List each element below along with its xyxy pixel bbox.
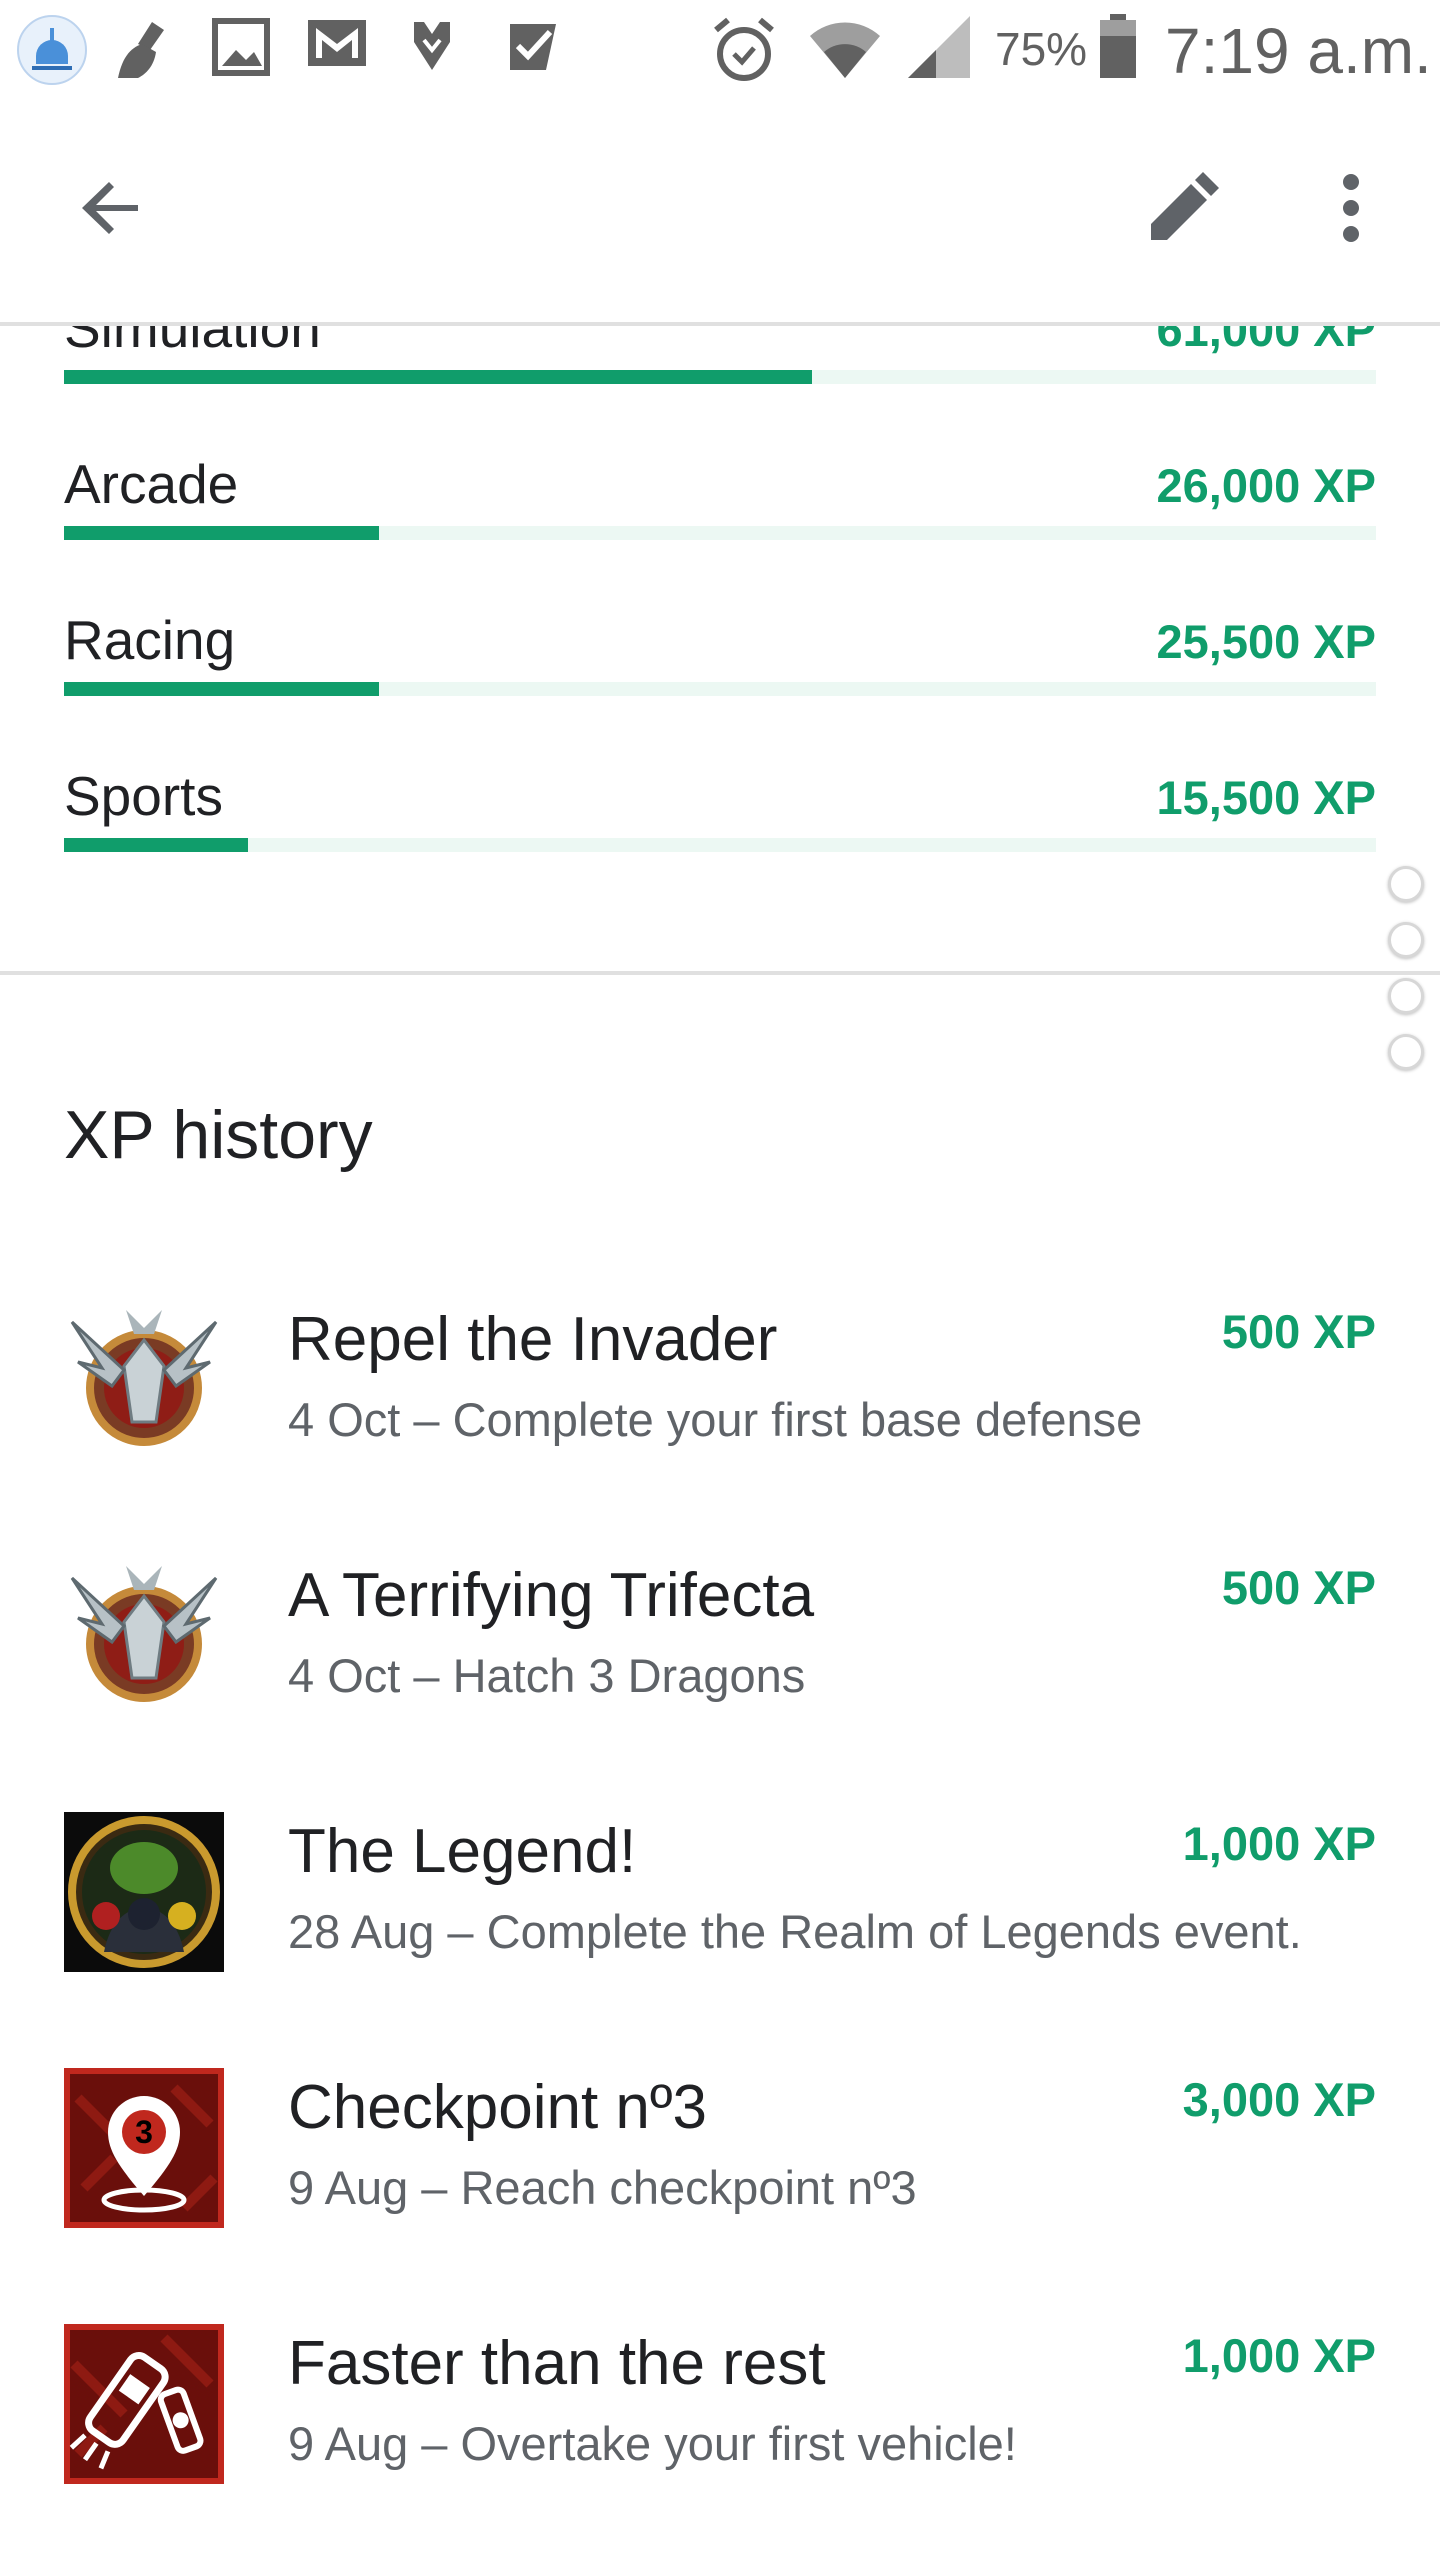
category-xp: 25,500 XP bbox=[1156, 615, 1376, 668]
achievement-title: Faster than the rest bbox=[288, 2329, 826, 2398]
category-progress-fill bbox=[64, 682, 379, 696]
achievement-xp: 1,000 XP bbox=[1182, 1817, 1376, 1870]
edit-button[interactable] bbox=[1123, 148, 1243, 268]
achievement-title: Checkpoint nº3 bbox=[288, 2073, 708, 2142]
achievement-title: The Legend! bbox=[288, 1817, 637, 1886]
xp-history-item[interactable]: The Legend! 28 Aug – Complete the Realm … bbox=[64, 1812, 1376, 2012]
category-xp: 26,000 XP bbox=[1156, 459, 1376, 512]
svg-text:3: 3 bbox=[135, 2114, 153, 2150]
xp-history-item[interactable]: 3 Checkpoint nº3 9 Aug – Reach checkpoin… bbox=[64, 2068, 1376, 2268]
xp-history-heading: XP history bbox=[64, 1097, 373, 1173]
back-button[interactable] bbox=[52, 148, 172, 268]
section-divider bbox=[0, 971, 1440, 975]
achievement-subtitle: 9 Aug – Reach checkpoint nº3 bbox=[288, 2161, 917, 2214]
app-bar bbox=[0, 100, 1440, 326]
category-progress-track bbox=[64, 526, 1376, 540]
category-label: Racing bbox=[64, 609, 236, 671]
pencil-icon bbox=[1151, 172, 1219, 240]
category-progress-fill bbox=[64, 370, 812, 384]
achievement-title: A Terrifying Trifecta bbox=[288, 1561, 815, 1630]
legend-badge-icon bbox=[64, 1812, 224, 1972]
category-label: Arcade bbox=[64, 453, 239, 515]
category-label: Sports bbox=[64, 765, 223, 827]
category-row: Arcade 26,000 XP bbox=[64, 452, 1376, 572]
category-row: Sports 15,500 XP bbox=[64, 764, 1376, 884]
xp-history-item[interactable]: Faster than the rest 9 Aug – Overtake yo… bbox=[64, 2324, 1376, 2524]
achievement-subtitle: 4 Oct – Hatch 3 Dragons bbox=[288, 1649, 806, 1702]
more-options-button[interactable] bbox=[1291, 148, 1411, 268]
achievement-subtitle: 4 Oct – Complete your first base defense bbox=[288, 1393, 1143, 1446]
racing-car-badge-icon bbox=[64, 2324, 224, 2484]
checkpoint-badge-icon: 3 bbox=[64, 2068, 224, 2228]
achievement-xp: 3,000 XP bbox=[1182, 2073, 1376, 2126]
more-vert-icon bbox=[1343, 174, 1359, 242]
dragon-badge-icon bbox=[64, 1556, 224, 1716]
arrow-back-icon bbox=[82, 182, 138, 234]
achievement-subtitle: 28 Aug – Complete the Realm of Legends e… bbox=[288, 1905, 1302, 1958]
scroll-dot[interactable] bbox=[1388, 866, 1424, 902]
xp-history-item[interactable]: A Terrifying Trifecta 4 Oct – Hatch 3 Dr… bbox=[64, 1556, 1376, 1756]
dragon-badge-icon bbox=[64, 1300, 224, 1460]
achievement-title: Repel the Invader bbox=[288, 1305, 778, 1374]
category-progress-fill bbox=[64, 838, 248, 852]
category-progress-track bbox=[64, 370, 1376, 384]
category-progress-track bbox=[64, 838, 1376, 852]
achievement-xp: 500 XP bbox=[1221, 1305, 1376, 1358]
category-xp: 15,500 XP bbox=[1156, 771, 1376, 824]
scroll-dot[interactable] bbox=[1388, 1034, 1424, 1070]
scroll-dot[interactable] bbox=[1388, 978, 1424, 1014]
achievement-xp: 500 XP bbox=[1221, 1561, 1376, 1614]
achievement-subtitle: 9 Aug – Overtake your first vehicle! bbox=[288, 2417, 1017, 2470]
category-progress-track bbox=[64, 682, 1376, 696]
achievement-xp: 1,000 XP bbox=[1182, 2329, 1376, 2382]
category-row: Racing 25,500 XP bbox=[64, 608, 1376, 728]
scroll-dot[interactable] bbox=[1388, 922, 1424, 958]
category-progress-fill bbox=[64, 526, 379, 540]
scroll-indicator[interactable] bbox=[1388, 866, 1424, 1090]
xp-history-item[interactable]: Repel the Invader 4 Oct – Complete your … bbox=[64, 1300, 1376, 1500]
